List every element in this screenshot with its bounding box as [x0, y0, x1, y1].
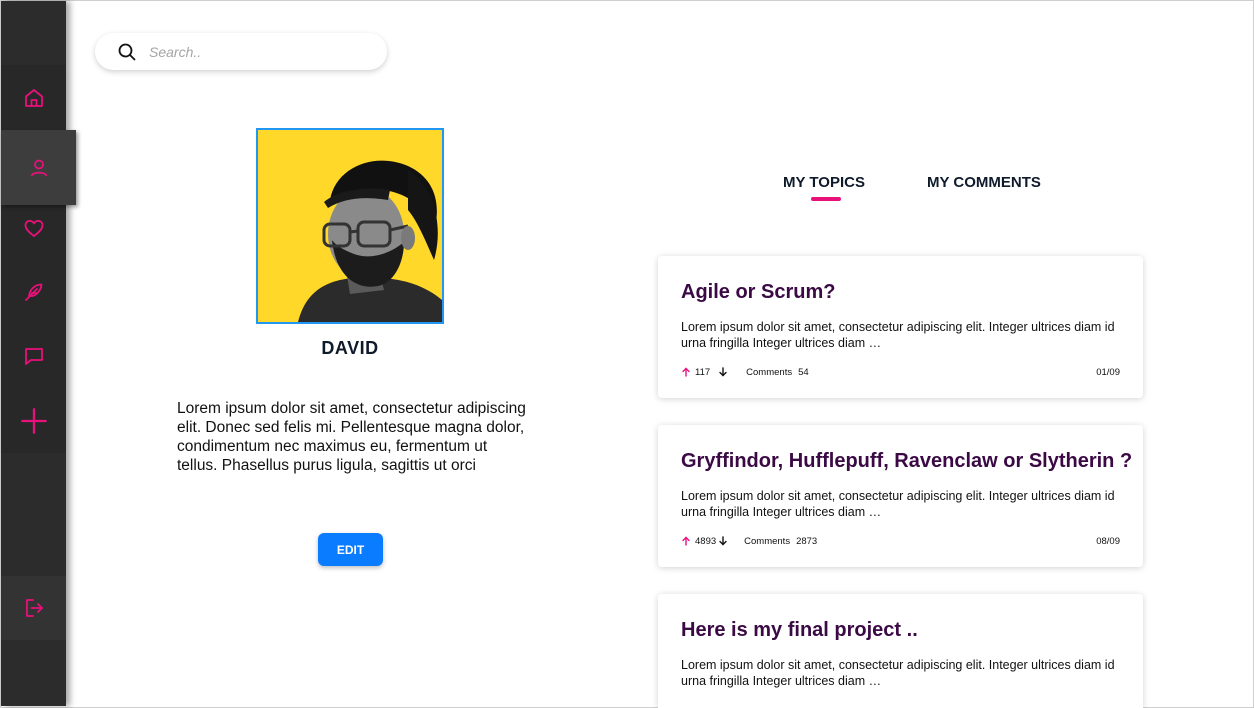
topic-excerpt: Lorem ipsum dolor sit amet, consectetur … [681, 658, 1115, 688]
vote-group: 4893 [681, 536, 728, 547]
upvote-count: 4893 [695, 535, 717, 547]
feather-icon [22, 280, 46, 304]
topic-title[interactable]: Gryffindor, Hufflepuff, Ravenclaw or Sly… [681, 450, 1132, 473]
topic-date: 08/09 [1096, 535, 1120, 547]
topic-meta: 4893 Comments 2873 08/09 [681, 534, 1120, 548]
heart-icon [22, 216, 46, 240]
active-tab-indicator [811, 197, 841, 201]
comments-label: Comments [744, 535, 791, 547]
comments-link[interactable]: Comments 2873 [744, 536, 817, 547]
topic-excerpt: Lorem ipsum dolor sit amet, consectetur … [681, 489, 1115, 519]
tab-my-topics[interactable]: MY TOPICS [783, 174, 865, 191]
vote-group: 117 [681, 367, 728, 378]
home-icon [22, 86, 46, 110]
comments-count: 54 [798, 366, 809, 378]
topic-card[interactable]: Here is my final project .. Lorem ipsum … [658, 594, 1143, 708]
topic-date: 01/09 [1096, 366, 1120, 378]
sidebar-item-messages[interactable] [1, 331, 66, 381]
topic-card[interactable]: Agile or Scrum? Lorem ipsum dolor sit am… [658, 256, 1143, 398]
comments-link[interactable]: Comments 54 [746, 367, 809, 378]
user-icon [27, 156, 51, 180]
profile-name: DAVID [321, 338, 379, 358]
edit-profile-button[interactable]: EDIT [318, 533, 383, 566]
sidebar-item-home[interactable] [1, 65, 66, 131]
logout-icon [22, 596, 46, 620]
tab-my-comments[interactable]: MY COMMENTS [927, 174, 1041, 191]
topic-excerpt: Lorem ipsum dolor sit amet, consectetur … [681, 320, 1115, 350]
topic-card[interactable]: Gryffindor, Hufflepuff, Ravenclaw or Sly… [658, 425, 1143, 567]
search-icon[interactable] [117, 42, 137, 62]
sidebar-item-favorites[interactable] [1, 205, 66, 250]
topic-title[interactable]: Here is my final project .. [681, 619, 918, 642]
chat-icon [22, 344, 46, 368]
sidebar-item-profile[interactable] [1, 130, 76, 205]
plus-icon [20, 407, 48, 435]
sidebar-item-new-topic[interactable] [1, 396, 66, 446]
comments-label: Comments [746, 366, 793, 378]
sidebar-item-write[interactable] [1, 267, 66, 317]
logout-button[interactable] [1, 576, 66, 640]
search-bar [95, 33, 387, 70]
upvote-icon[interactable] [681, 536, 691, 546]
topic-title[interactable]: Agile or Scrum? [681, 281, 835, 304]
avatar [256, 128, 444, 324]
search-input[interactable] [147, 42, 371, 61]
downvote-icon[interactable] [718, 367, 728, 377]
downvote-icon[interactable] [718, 536, 728, 546]
topic-meta: 117 Comments 54 01/09 [681, 365, 1120, 379]
upvote-count: 117 [695, 366, 711, 378]
comments-count: 2873 [796, 535, 818, 547]
upvote-icon[interactable] [681, 367, 691, 377]
profile-bio: Lorem ipsum dolor sit amet, consectetur … [177, 400, 526, 474]
sidebar [1, 1, 76, 706]
